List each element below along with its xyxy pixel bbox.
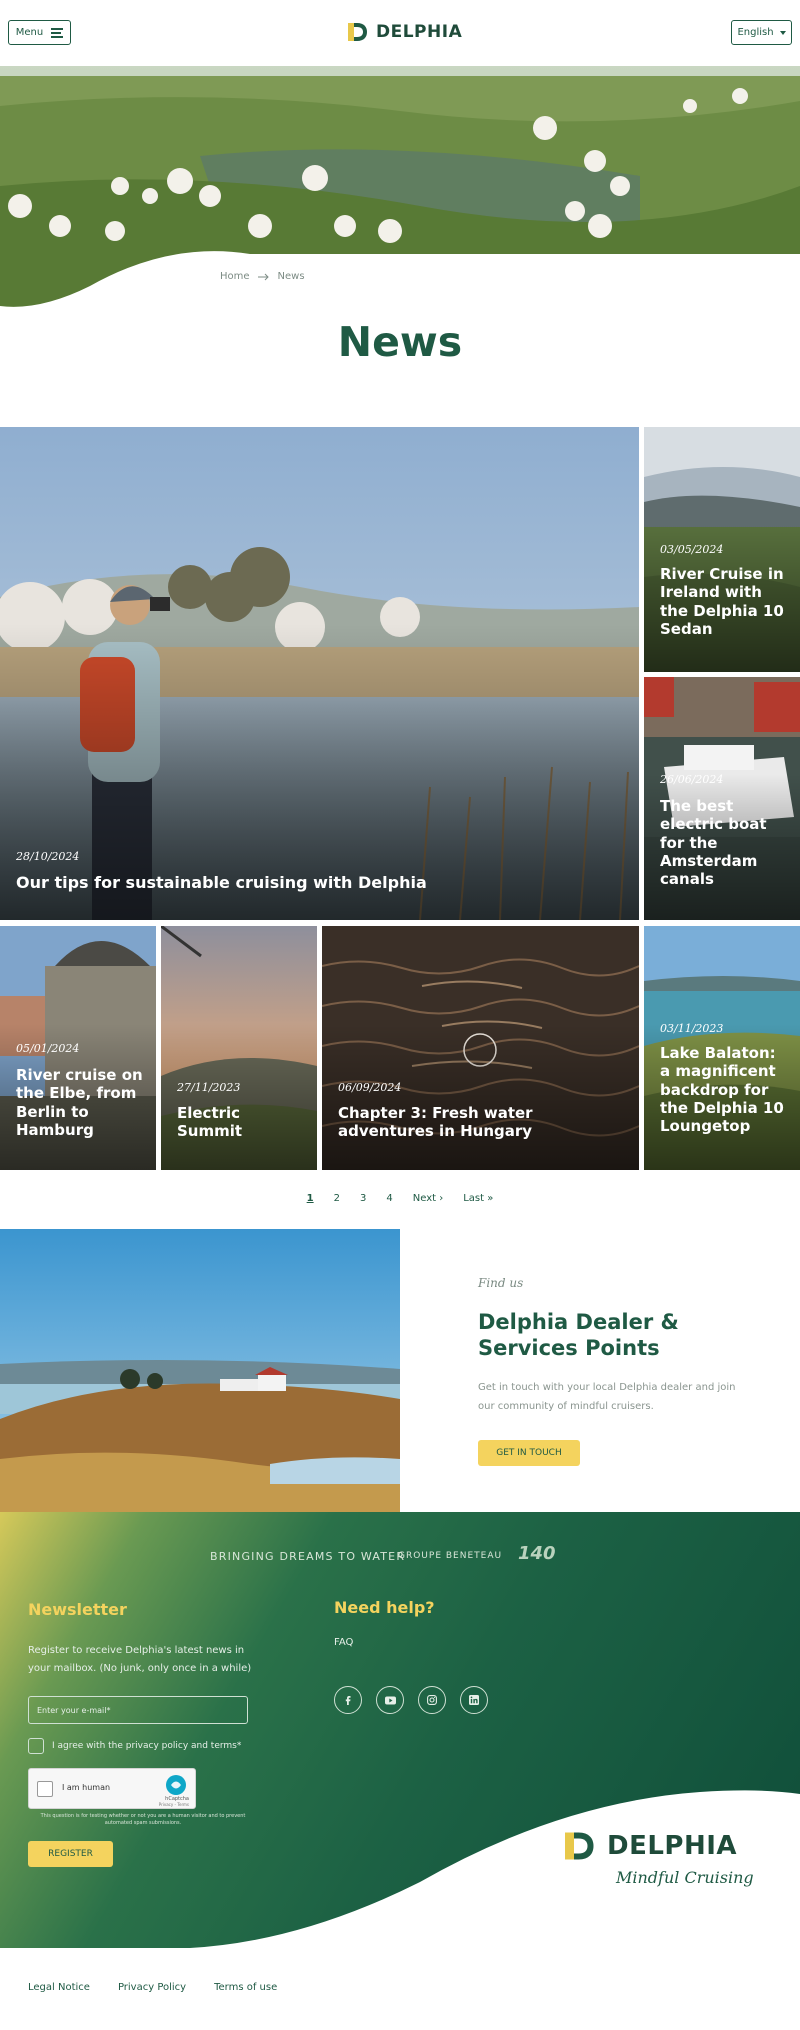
pagination: 1 2 3 4 Next › Last » <box>0 1193 800 1204</box>
news-card[interactable]: 03/11/2023 Lake Balaton: a magnificent b… <box>644 926 800 1170</box>
news-date: 03/05/2024 <box>660 543 724 556</box>
news-card[interactable]: 06/09/2024 Chapter 3: Fresh water advent… <box>322 926 639 1170</box>
find-us-text: Get in touch with your local Delphia dea… <box>478 1382 736 1412</box>
news-card[interactable]: 05/01/2024 River cruise on the Elbe, fro… <box>0 926 156 1170</box>
hero-meadow-illustration <box>0 66 800 310</box>
breadcrumb-home[interactable]: Home <box>220 271 250 282</box>
page-link-3[interactable]: 3 <box>360 1193 366 1204</box>
site-logo[interactable]: DELPHIA <box>348 21 462 43</box>
news-date: 28/10/2024 <box>16 850 80 863</box>
find-us-title: Delphia Dealer & Services Points <box>478 1310 679 1361</box>
news-date: 05/01/2024 <box>16 1042 80 1055</box>
legal-notice-link[interactable]: Legal Notice <box>28 1982 90 1993</box>
language-label: English <box>737 27 774 38</box>
language-selector[interactable]: English <box>731 20 792 45</box>
footer-brand-name: DELPHIA <box>607 1831 738 1861</box>
last-page-link[interactable]: Last » <box>463 1193 493 1204</box>
news-card[interactable]: 27/11/2023 Electric Summit <box>161 926 317 1170</box>
legal-links: Legal Notice Privacy Policy Terms of use <box>28 1982 277 1993</box>
news-title: Lake Balaton: a magnificent backdrop for… <box>660 1044 784 1136</box>
get-in-touch-button[interactable]: GET IN TOUCH <box>478 1440 580 1466</box>
news-title: Our tips for sustainable cruising with D… <box>16 873 427 892</box>
site-header: Menu DELPHIA English <box>0 0 800 66</box>
delphia-logo-icon <box>565 1832 594 1860</box>
brand-name: DELPHIA <box>376 22 463 42</box>
news-date: 03/11/2023 <box>660 1022 724 1035</box>
menu-button[interactable]: Menu <box>8 20 71 45</box>
news-card[interactable]: 28/10/2024 Our tips for sustainable crui… <box>0 427 639 920</box>
delphia-logo-icon <box>348 23 367 41</box>
breadcrumb: Home News <box>220 271 305 282</box>
find-us-kicker: Find us <box>478 1276 524 1290</box>
dealer-image <box>0 1229 400 1512</box>
footer-logo[interactable]: DELPHIA <box>565 1828 737 1864</box>
coastal-landscape-illustration <box>0 1229 400 1512</box>
news-date: 27/11/2023 <box>177 1081 241 1094</box>
news-title: The best electric boat for the Amsterdam… <box>660 797 767 889</box>
terms-of-use-link[interactable]: Terms of use <box>214 1982 277 1993</box>
privacy-policy-link[interactable]: Privacy Policy <box>118 1982 186 1993</box>
page-link-1[interactable]: 1 <box>307 1193 314 1204</box>
news-title: Electric Summit <box>177 1104 243 1141</box>
news-date: 26/06/2024 <box>660 773 724 786</box>
news-title: River cruise on the Elbe, from Berlin to… <box>16 1066 143 1139</box>
news-title: Chapter 3: Fresh water adventures in Hun… <box>338 1104 533 1141</box>
news-card[interactable]: 03/05/2024 River Cruise in Ireland with … <box>644 427 800 672</box>
footer-brand-slogan: Mindful Cruising <box>616 1868 754 1887</box>
caret-down-icon <box>779 30 786 35</box>
arrow-right-icon <box>257 273 269 280</box>
page-title: News <box>337 318 463 366</box>
news-card[interactable]: 26/06/2024 The best electric boat for th… <box>644 677 800 920</box>
card-shade <box>161 1023 317 1170</box>
menu-label: Menu <box>15 27 44 38</box>
news-title: River Cruise in Ireland with the Delphia… <box>660 565 784 638</box>
page-link-4[interactable]: 4 <box>386 1193 392 1204</box>
page: Menu DELPHIA English Home News News 28/1… <box>0 0 800 2030</box>
news-date: 06/09/2024 <box>338 1081 402 1094</box>
card-shade <box>322 1023 639 1170</box>
next-page-link[interactable]: Next › <box>413 1193 443 1204</box>
hero-image <box>0 66 800 310</box>
page-link-2[interactable]: 2 <box>334 1193 340 1204</box>
footer: BRINGING DREAMS TO WATER GROUPE BENETEAU… <box>0 1512 800 1948</box>
breadcrumb-current: News <box>277 271 305 282</box>
hamburger-icon <box>51 27 64 38</box>
